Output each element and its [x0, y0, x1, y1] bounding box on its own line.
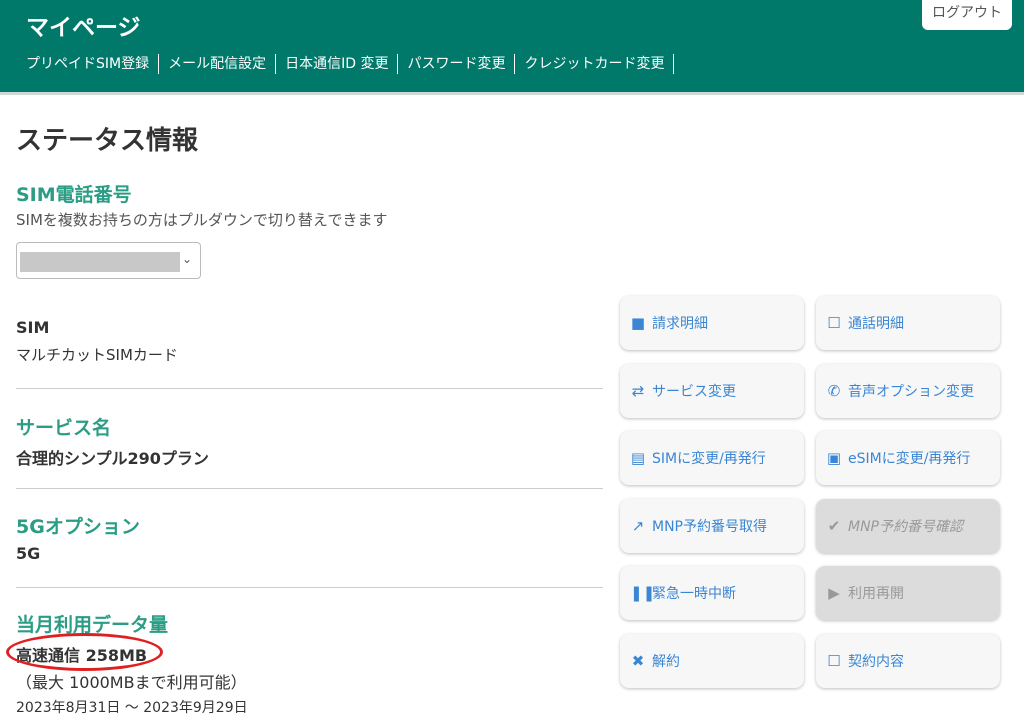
note-outline-icon: ☐: [827, 314, 841, 332]
contract-details-button[interactable]: ☐ 契約内容: [816, 634, 1000, 688]
esim-reissue-button[interactable]: ▣ eSIMに変更/再発行: [816, 431, 1000, 486]
pause-icon: ❚❚: [630, 584, 656, 603]
nav-mail-settings[interactable]: メール配信設定: [159, 54, 277, 74]
share-icon: ↗: [631, 516, 645, 535]
sim-value: マルチカットSIMカード: [16, 346, 178, 364]
button-label: 請求明細: [652, 316, 708, 332]
button-label: 緊急一時中断: [652, 586, 736, 603]
sim-number-select[interactable]: ⌄: [16, 242, 201, 279]
check-icon: ✔: [827, 516, 841, 535]
option-5g-value: 5G: [16, 544, 41, 563]
exchange-icon: ⇄: [631, 381, 645, 400]
data-usage-limit: （最大 1000MBまで利用可能）: [16, 673, 247, 692]
redacted-number: [20, 252, 180, 272]
option-5g-heading: 5Gオプション: [16, 516, 140, 538]
nav-password-change[interactable]: パスワード変更: [398, 54, 516, 74]
service-heading: サービス名: [16, 417, 112, 439]
note-icon: ■: [630, 314, 646, 332]
divider: [16, 388, 603, 389]
button-label: 契約内容: [848, 654, 904, 670]
button-label: MNP予約番号確認: [848, 518, 963, 535]
chip-icon: ▣: [826, 449, 842, 468]
chevron-down-icon: ⌄: [181, 252, 192, 266]
service-value: 合理的シンプル290プラン: [16, 449, 209, 468]
divider: [16, 488, 603, 489]
top-nav: プリペイドSIM登録 メール配信設定 日本通信ID 変更 パスワード変更 クレジ…: [26, 53, 675, 75]
button-label: サービス変更: [652, 383, 736, 400]
button-label: 利用再開: [848, 586, 904, 603]
service-change-button[interactable]: ⇄ サービス変更: [620, 363, 804, 418]
voice-option-change-button[interactable]: ✆ 音声オプション変更: [816, 363, 1000, 418]
note-outline-icon: ☐: [827, 652, 841, 670]
header: マイページ プリペイドSIM登録 メール配信設定 日本通信ID 変更 パスワード…: [0, 0, 1024, 95]
nav-id-change[interactable]: 日本通信ID 変更: [276, 54, 399, 74]
call-details-button[interactable]: ☐ 通話明細: [816, 296, 1000, 350]
sim-number-heading: SIM電話番号: [16, 184, 132, 206]
play-icon: ▶: [828, 584, 840, 603]
close-icon: ✖: [631, 652, 645, 670]
divider: [16, 587, 603, 588]
page-title: ステータス情報: [16, 126, 199, 156]
nav-credit-card-change[interactable]: クレジットカード変更: [515, 54, 675, 74]
button-label: 通話明細: [848, 316, 904, 332]
sim-number-note: SIMを複数お持ちの方はプルダウンで切り替えできます: [16, 211, 388, 229]
phone-icon: ✆: [827, 381, 841, 400]
logout-button[interactable]: ログアウト: [922, 0, 1012, 30]
button-label: SIMに変更/再発行: [652, 451, 766, 468]
cancel-contract-button[interactable]: ✖ 解約: [620, 634, 804, 688]
button-label: 解約: [652, 654, 680, 670]
highlight-circle: [6, 633, 163, 671]
mnp-get-button[interactable]: ↗ MNP予約番号取得: [620, 498, 804, 553]
button-label: 音声オプション変更: [848, 383, 974, 400]
emergency-suspend-button[interactable]: ❚❚ 緊急一時中断: [620, 566, 804, 621]
button-label: MNP予約番号取得: [652, 518, 767, 535]
sim-label: SIM: [16, 318, 50, 337]
data-usage-period: 2023年8月31日 ～ 2023年9月29日: [16, 700, 248, 716]
resume-button: ▶ 利用再開: [816, 566, 1000, 621]
nav-prepaid-sim[interactable]: プリペイドSIM登録: [26, 54, 160, 74]
button-label: eSIMに変更/再発行: [848, 451, 971, 468]
billing-details-button[interactable]: ■ 請求明細: [620, 296, 804, 350]
sim-reissue-button[interactable]: ▤ SIMに変更/再発行: [620, 431, 804, 486]
mnp-confirm-button: ✔ MNP予約番号確認: [816, 498, 1000, 553]
site-title: マイページ: [26, 15, 141, 41]
sim-card-icon: ▤: [630, 449, 646, 468]
